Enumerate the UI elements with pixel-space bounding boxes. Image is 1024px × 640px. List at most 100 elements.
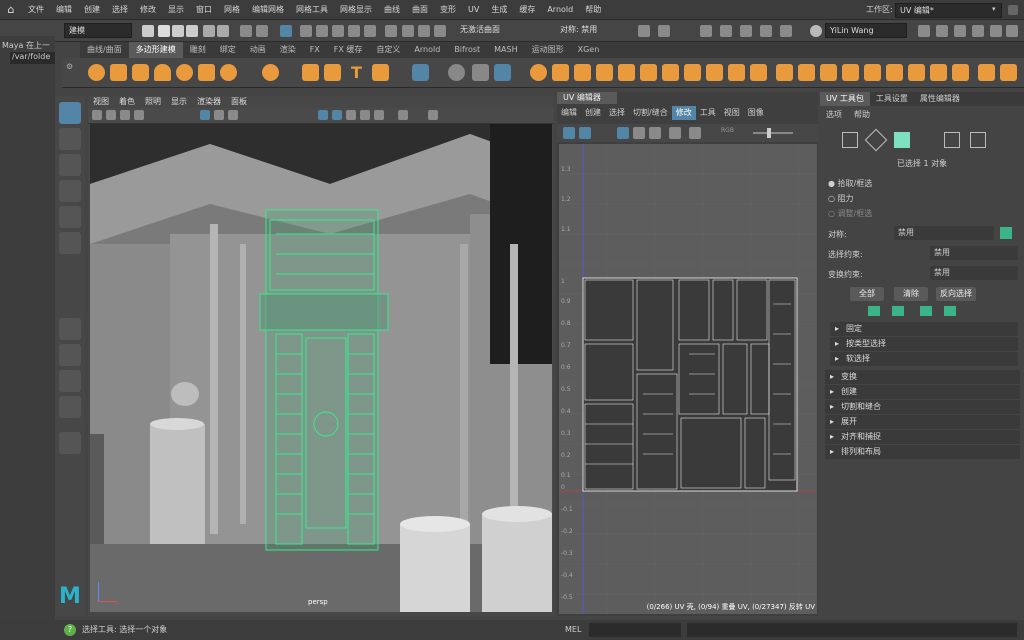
- combine-icon[interactable]: [530, 64, 547, 81]
- shelf-tab-fx-cache[interactable]: FX 缓存: [327, 42, 370, 58]
- toolkit-menu-help[interactable]: 帮助: [848, 108, 876, 122]
- render-settings-icon[interactable]: [434, 25, 446, 37]
- symmetry-dropdown[interactable]: 禁用: [894, 226, 994, 240]
- disc-icon[interactable]: [220, 64, 237, 81]
- paint-select-icon[interactable]: [59, 154, 81, 176]
- shelf-tab-rigging[interactable]: 绑定: [213, 42, 243, 58]
- uv-menu-cut-sew[interactable]: 切割/缝合: [629, 106, 672, 120]
- uv-distort-icon[interactable]: [649, 127, 661, 139]
- xray-icon[interactable]: [398, 110, 408, 120]
- select-all-button[interactable]: 全部: [850, 287, 884, 301]
- uv-menu-tools[interactable]: 工具: [696, 106, 720, 120]
- resolution-gate-icon[interactable]: [228, 110, 238, 120]
- menu-cache[interactable]: 缓存: [513, 0, 541, 20]
- open-icon[interactable]: [172, 25, 184, 37]
- uv-editor-title[interactable]: UV 编辑器: [557, 92, 617, 104]
- plane-icon[interactable]: [198, 64, 215, 81]
- menu-deform[interactable]: 变形: [434, 0, 462, 20]
- svg-icon[interactable]: [372, 64, 389, 81]
- clear-button[interactable]: 清除: [894, 287, 928, 301]
- shelf-tab-mash[interactable]: MASH: [487, 42, 524, 58]
- select-shell-icon[interactable]: [970, 132, 986, 148]
- menu-help[interactable]: 帮助: [579, 0, 607, 20]
- section-soft-select[interactable]: 软选择: [830, 352, 1018, 366]
- platonic-icon[interactable]: [262, 64, 279, 81]
- menu-surfaces[interactable]: 曲面: [406, 0, 434, 20]
- torus-icon[interactable]: [176, 64, 193, 81]
- bevel-icon[interactable]: [684, 64, 701, 81]
- retopo-icon[interactable]: [750, 64, 767, 81]
- pick-mode-1[interactable]: ● 拾取/框选: [828, 178, 872, 189]
- section-unfold[interactable]: 展开: [825, 415, 1020, 429]
- invert-selection-button[interactable]: 反向选择: [936, 287, 976, 301]
- position-icon[interactable]: [494, 64, 511, 81]
- section-create[interactable]: 创建: [825, 385, 1020, 399]
- menu-select[interactable]: 选择: [106, 0, 134, 20]
- snap-icon[interactable]: [472, 64, 489, 81]
- tab-uv-toolkit[interactable]: UV 工具包: [820, 92, 870, 106]
- single-view-icon[interactable]: [59, 318, 81, 340]
- film-gate-icon[interactable]: [214, 110, 224, 120]
- textured-icon[interactable]: [346, 110, 356, 120]
- modeling-toolkit-icon[interactable]: [936, 25, 948, 37]
- menu-arnold[interactable]: Arnold: [541, 0, 579, 20]
- separate-icon[interactable]: [552, 64, 569, 81]
- scale-tool-icon[interactable]: [59, 232, 81, 254]
- section-arrange-layout[interactable]: 排列和布局: [825, 445, 1020, 459]
- boolean-icon[interactable]: [596, 64, 613, 81]
- cone-icon[interactable]: [154, 64, 171, 81]
- four-view-icon[interactable]: [59, 344, 81, 366]
- exposure-slider[interactable]: [753, 132, 793, 134]
- grid-icon[interactable]: [200, 110, 210, 120]
- uv-menu-edit[interactable]: 编辑: [557, 106, 581, 120]
- super-shape-icon[interactable]: [302, 64, 319, 81]
- ring-icon[interactable]: [944, 306, 956, 316]
- snap-point-icon[interactable]: [332, 25, 344, 37]
- channel-box-icon[interactable]: [740, 25, 752, 37]
- toolkit-menu-options[interactable]: 选项: [820, 108, 848, 122]
- shadows-icon[interactable]: [374, 110, 384, 120]
- show-icon[interactable]: [720, 25, 732, 37]
- shelf-tab-animation[interactable]: 动画: [243, 42, 273, 58]
- redo-icon[interactable]: [217, 25, 229, 37]
- menu-file[interactable]: 文件: [22, 0, 50, 20]
- lasso-tool-icon[interactable]: [59, 128, 81, 150]
- folder-icon[interactable]: [142, 25, 154, 37]
- outliner-line-2[interactable]: /var/folde: [10, 52, 55, 64]
- select-component-icon[interactable]: [280, 25, 292, 37]
- uv-menu-modify[interactable]: 修改: [671, 106, 696, 120]
- workspace-dropdown[interactable]: UV 编辑*: [895, 3, 1002, 18]
- uv-image-icon[interactable]: [579, 127, 591, 139]
- undo-icon[interactable]: [203, 25, 215, 37]
- select-uv-icon[interactable]: [944, 132, 960, 148]
- transform-constraint-dropdown[interactable]: 禁用: [930, 266, 1018, 280]
- vp-menu-panels[interactable]: 面板: [226, 96, 252, 108]
- symmetry-icon[interactable]: [1000, 227, 1012, 239]
- shelf-settings-icon[interactable]: ⚙: [66, 62, 73, 71]
- section-align-snap[interactable]: 对齐和捕捉: [825, 430, 1020, 444]
- vp-menu-lighting[interactable]: 照明: [140, 96, 166, 108]
- new-scene-icon[interactable]: [158, 25, 170, 37]
- camera-select-icon[interactable]: [92, 110, 102, 120]
- bridge-icon[interactable]: [662, 64, 679, 81]
- merge-icon[interactable]: [908, 64, 925, 81]
- uv-menu-create[interactable]: 创建: [581, 106, 605, 120]
- image-plane-icon[interactable]: [134, 110, 144, 120]
- live-surface-dropdown[interactable]: 无激活曲面: [456, 23, 536, 38]
- measure-icon[interactable]: [448, 64, 465, 81]
- sweep-icon[interactable]: [324, 64, 341, 81]
- uv-shelf-icon[interactable]: [412, 64, 429, 81]
- section-pin[interactable]: 固定: [830, 322, 1018, 336]
- uv-menu-image[interactable]: 图像: [744, 106, 768, 120]
- menu-mesh-tools[interactable]: 网格工具: [290, 0, 334, 20]
- select-object-icon[interactable]: [256, 25, 268, 37]
- scene-view[interactable]: persp: [90, 124, 552, 612]
- light-icon[interactable]: [700, 25, 712, 37]
- delete-edge-icon[interactable]: [930, 64, 947, 81]
- shelf-tab-curves[interactable]: 曲线/曲面: [80, 42, 129, 58]
- grow-icon[interactable]: [868, 306, 880, 316]
- uv-menu-view[interactable]: 视图: [720, 106, 744, 120]
- sphere-icon[interactable]: [88, 64, 105, 81]
- vp-menu-renderer[interactable]: 渲染器: [192, 96, 226, 108]
- uv-checker-icon[interactable]: [617, 127, 629, 139]
